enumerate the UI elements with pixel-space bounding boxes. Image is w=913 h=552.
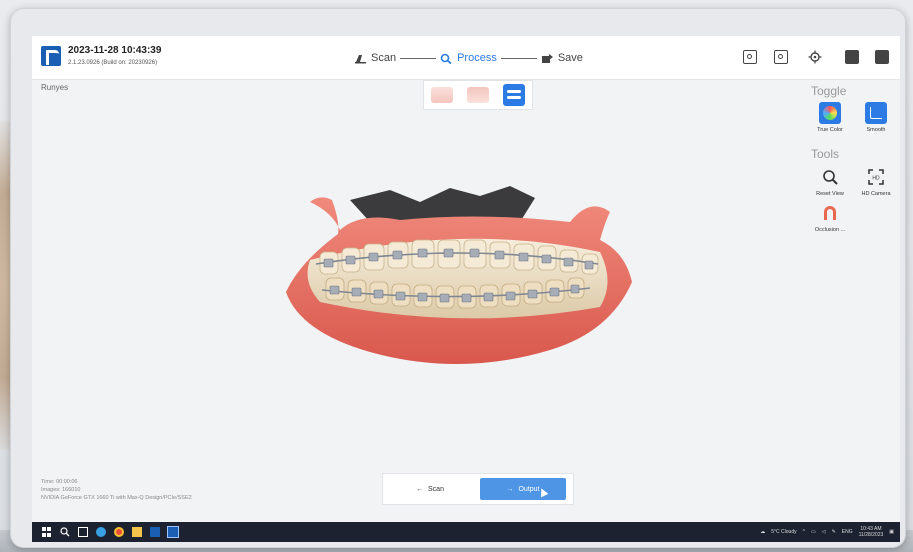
tools-section-title: Tools bbox=[811, 147, 840, 161]
tray-date: 11/28/2023 bbox=[858, 532, 884, 538]
system-tray: ☁ 5°C Cloudy ^ ▭ ◁ ✎ ENG 10:43 AM 11/28/… bbox=[760, 526, 894, 538]
header-datetime: 2023-11-28 10:43:39 bbox=[68, 45, 162, 56]
toggle-section-title: Toggle bbox=[811, 84, 847, 98]
output-button[interactable]: → Output bbox=[480, 478, 566, 500]
scan-time: Time: 00:00:06 bbox=[41, 479, 78, 485]
network-icon[interactable]: ▭ bbox=[811, 529, 816, 535]
search-icon[interactable] bbox=[60, 527, 70, 537]
color-wheel-icon bbox=[819, 102, 841, 124]
app-screen: 2023-11-28 10:43:39 2.1.23.0926 (Build o… bbox=[32, 36, 900, 542]
3d-viewport[interactable] bbox=[32, 80, 802, 460]
arrow-left-icon: ← bbox=[416, 485, 424, 493]
image-icon[interactable] bbox=[774, 50, 788, 64]
reset-view-label: Reset View bbox=[816, 191, 844, 197]
occlusion-label: Occlusion ... bbox=[814, 227, 846, 233]
monitor-frame: 2023-11-28 10:43:39 2.1.23.0926 (Build o… bbox=[10, 8, 906, 548]
step-process[interactable]: Process bbox=[440, 52, 497, 64]
dental-scan-model[interactable] bbox=[280, 182, 640, 382]
svg-text:HD: HD bbox=[872, 176, 880, 182]
smooth-curve-icon bbox=[865, 102, 887, 124]
notification-icon[interactable]: ▣ bbox=[889, 529, 894, 535]
arrow-right-icon: → bbox=[506, 485, 514, 493]
scanner-icon bbox=[355, 54, 366, 63]
chrome-browser-icon[interactable] bbox=[114, 527, 124, 537]
hd-camera-icon: HD bbox=[865, 166, 887, 188]
runyes-app-icon[interactable] bbox=[150, 527, 160, 537]
true-color-toggle[interactable]: True Color bbox=[810, 102, 850, 133]
app-logo bbox=[41, 46, 61, 66]
step-scan-label: Scan bbox=[371, 52, 397, 64]
hd-camera-tool[interactable]: HD HD Camera bbox=[856, 166, 896, 197]
task-view-icon[interactable] bbox=[78, 527, 88, 537]
true-color-label: True Color bbox=[817, 127, 843, 133]
runyes-app-active-icon[interactable] bbox=[167, 526, 179, 538]
reset-view-tool[interactable]: Reset View bbox=[810, 166, 850, 197]
occlusion-arch-icon bbox=[819, 202, 841, 224]
back-to-scan-button[interactable]: ← Scan bbox=[390, 478, 470, 500]
gpu-info: NVIDIA GeForce GTX 1660 Ti with Max-Q De… bbox=[41, 495, 192, 501]
weather-label[interactable]: 5°C Cloudy bbox=[771, 529, 796, 535]
magnifier-icon bbox=[440, 53, 452, 64]
close-icon[interactable] bbox=[875, 50, 889, 64]
hd-camera-label: HD Camera bbox=[861, 191, 891, 197]
volume-icon[interactable]: ◁ bbox=[822, 529, 826, 535]
step-process-label: Process bbox=[457, 52, 497, 64]
step-divider bbox=[500, 57, 537, 59]
step-save[interactable]: Save bbox=[541, 52, 583, 64]
app-header: 2023-11-28 10:43:39 2.1.23.0926 (Build o… bbox=[32, 36, 900, 80]
header-version: 2.1.23.0926 (Build on: 20230926) bbox=[68, 60, 158, 66]
occlusion-tool[interactable]: Occlusion ... bbox=[810, 202, 850, 233]
tray-clock[interactable]: 10:43 AM 11/28/2023 bbox=[859, 526, 884, 538]
file-explorer-icon[interactable] bbox=[132, 527, 142, 537]
smooth-toggle[interactable]: Smooth bbox=[856, 102, 896, 133]
cloud-icon: ☁ bbox=[760, 529, 766, 535]
step-divider bbox=[400, 57, 437, 59]
smooth-label: Smooth bbox=[866, 127, 886, 133]
edge-browser-icon[interactable] bbox=[96, 527, 106, 537]
scan-stats: Time: 00:00:06 Images: 166010 NVIDIA GeF… bbox=[41, 478, 192, 502]
minimize-icon[interactable] bbox=[845, 50, 859, 64]
back-scan-label: Scan bbox=[428, 485, 444, 493]
save-icon bbox=[541, 53, 553, 63]
zoom-reset-icon bbox=[819, 166, 841, 188]
workflow-steps: Scan Process Save bbox=[354, 50, 583, 66]
windows-taskbar: ☁ 5°C Cloudy ^ ▭ ◁ ✎ ENG 10:43 AM 11/28/… bbox=[32, 522, 900, 542]
step-save-label: Save bbox=[557, 52, 583, 64]
step-scan[interactable]: Scan bbox=[354, 52, 396, 64]
language-label[interactable]: ENG bbox=[842, 529, 853, 535]
windows-start-icon[interactable] bbox=[42, 527, 52, 537]
tray-chevron-icon[interactable]: ^ bbox=[803, 529, 805, 535]
screenshot-icon[interactable] bbox=[743, 50, 757, 64]
target-icon[interactable] bbox=[808, 50, 822, 64]
output-label: Output bbox=[518, 485, 540, 493]
scan-images: Images: 166010 bbox=[41, 487, 81, 493]
pen-icon[interactable]: ✎ bbox=[832, 529, 836, 535]
